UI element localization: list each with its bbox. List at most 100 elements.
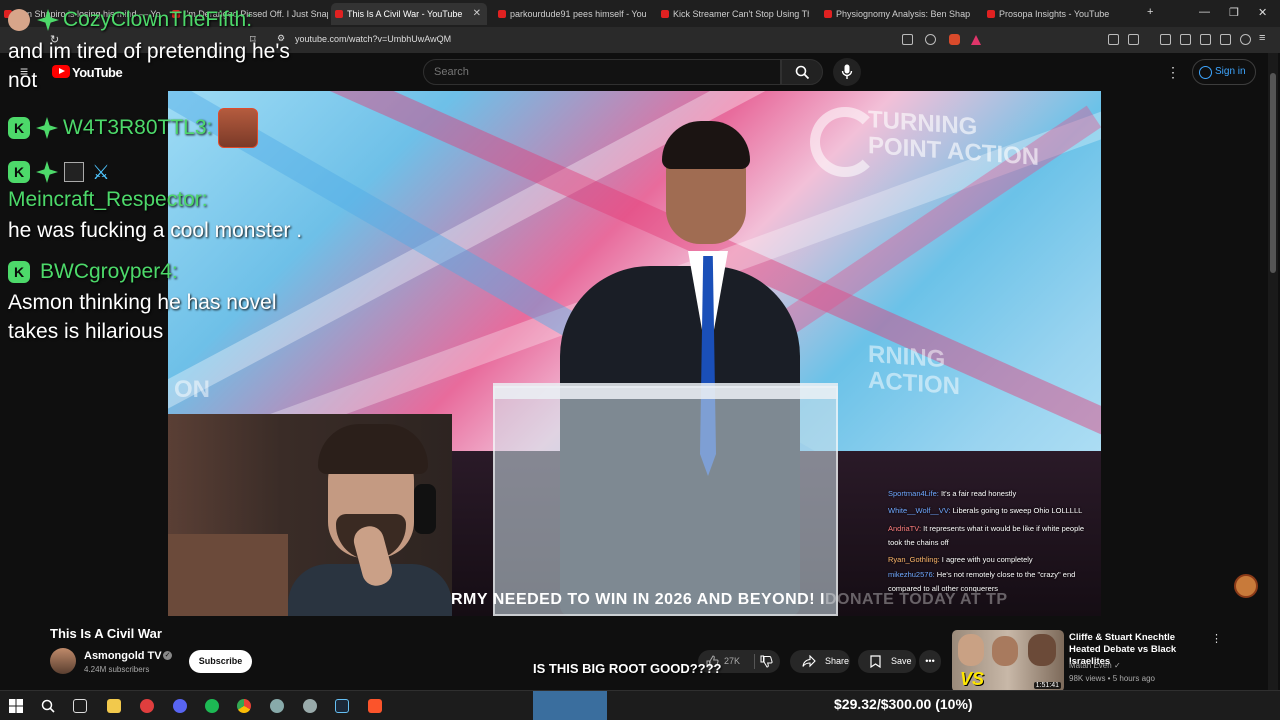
windows-start-icon[interactable] — [9, 699, 23, 713]
thumb-face — [958, 634, 984, 666]
youtube-wordmark[interactable]: YouTube — [72, 65, 123, 80]
subscriber-count: 4.24M subscribers — [84, 665, 150, 674]
video-duration: 1:51:41 — [1033, 682, 1061, 689]
browser-menu-icon[interactable]: ≡ — [1259, 32, 1265, 44]
bookmark-icon[interactable]: ⌑ — [250, 33, 256, 46]
account-icon — [1199, 66, 1212, 79]
youtube-logo-icon[interactable] — [52, 65, 70, 78]
recommended-channel[interactable]: Matan Even ✓ — [1069, 661, 1121, 670]
more-dots-icon: ••• — [925, 656, 935, 666]
screen: { "browser": { "tabs": [ {"label": "Ben … — [0, 0, 1280, 720]
site-settings-icon[interactable]: ⚙ — [277, 33, 285, 44]
hamburger-menu-icon[interactable]: ≡ — [20, 63, 28, 79]
minimize-icon[interactable]: — — [1199, 6, 1210, 18]
share-page-icon[interactable] — [925, 34, 936, 45]
podium-top — [493, 383, 838, 399]
subscribe-button[interactable]: Subscribe — [189, 650, 252, 673]
close-window-icon[interactable]: ✕ — [1258, 6, 1267, 19]
chat-line: AndriaTV: It represents what it would be… — [888, 524, 1085, 547]
recommended-thumbnail[interactable]: VS 1:51:41 — [952, 630, 1064, 692]
address-bar: ↻ ⌑ ⚙ youtube.com/watch?v=UmbhUwAwQM ≡ — [0, 27, 1280, 53]
stream-chat-overlay: Sportman4Life: It's a fair read honestly… — [888, 486, 1100, 596]
page-scrollbar[interactable] — [1268, 53, 1278, 690]
spotify-icon[interactable] — [205, 699, 219, 713]
browser-tab-active[interactable]: This Is A Civil War - YouTube ✕ — [331, 3, 487, 25]
obs-icon[interactable] — [140, 699, 154, 713]
verified-check-icon: ✓ — [1113, 661, 1121, 670]
channel-name[interactable]: Asmongold TV — [84, 650, 162, 662]
share-arrow-icon — [802, 655, 816, 668]
backdrop-text-top: TURNING POINT ACTION — [868, 106, 1040, 171]
verified-check-icon: ✓ — [163, 651, 172, 660]
share-button[interactable]: Share — [790, 650, 850, 673]
app-icon[interactable] — [303, 699, 317, 713]
browser-tab[interactable]: Physiognomy Analysis: Ben Shapiro — [820, 3, 970, 25]
extension-icon[interactable] — [1128, 34, 1139, 45]
maximize-icon[interactable]: ❐ — [1229, 6, 1239, 19]
scroll-thumb[interactable] — [1270, 73, 1276, 273]
youtube-favicon-icon — [4, 10, 12, 18]
broken-emote-icon — [64, 162, 84, 182]
close-tab-icon[interactable]: ✕ — [473, 3, 481, 25]
vpn-icon[interactable] — [1240, 34, 1251, 45]
thumb-vs-text: VS — [960, 669, 985, 689]
sidebar-icon[interactable] — [1180, 34, 1191, 45]
gem-badge-icon — [36, 117, 58, 139]
brave-browser-icon[interactable] — [368, 699, 382, 713]
browser-tab[interactable]: I'm Deranged Pissed Off. I Just Snapp — [168, 3, 328, 25]
browser-tab[interactable]: Prosopa Insights - YouTube — [983, 3, 1133, 25]
wallet-icon[interactable] — [1200, 34, 1211, 45]
headset — [414, 484, 436, 534]
chat-line: Ryan_Gothling: I agree with you complete… — [888, 555, 1033, 564]
media-icon[interactable] — [1160, 34, 1171, 45]
podium — [493, 386, 838, 616]
app-icon[interactable] — [270, 699, 284, 713]
new-tab-icon[interactable]: + — [1147, 6, 1153, 18]
settings-kebab-icon[interactable]: ⋮ — [1166, 64, 1180, 81]
file-explorer-icon[interactable] — [107, 699, 121, 713]
chat-line: White__Wolf__VV: Liberals going to sweep… — [888, 506, 1083, 515]
windows-taskbar: $29.32/$300.00 (10%) — [0, 690, 1280, 720]
recommended-menu-icon[interactable]: ⋮ — [1211, 632, 1222, 645]
sign-in-button[interactable]: Sign in — [1192, 59, 1256, 85]
youtube-favicon-icon — [987, 10, 995, 18]
thumb-face — [1028, 634, 1056, 666]
brave-rewards-icon[interactable] — [971, 35, 981, 45]
save-button[interactable]: Save — [858, 650, 916, 673]
browser-tab[interactable]: Ben Shapiro is losing his mind — You — [0, 3, 160, 25]
task-view-icon[interactable] — [73, 699, 87, 713]
chat-line: Sportman4Life: It's a fair read honestly — [888, 489, 1017, 498]
chat-line: mikezhu2576: He's not remotely close to … — [888, 570, 1076, 593]
search-input[interactable] — [434, 66, 754, 78]
microphone-icon — [841, 64, 853, 79]
like-divider — [754, 654, 755, 669]
voice-search-button[interactable] — [833, 58, 861, 86]
browser-tab[interactable]: parkourdude91 pees himself - YouTu — [494, 3, 646, 25]
browser-tab[interactable]: Kick Streamer Can't Stop Using The F — [657, 3, 809, 25]
screenshot-icon[interactable] — [902, 34, 913, 45]
search-button[interactable] — [781, 59, 823, 85]
thumbs-down-icon[interactable] — [760, 655, 773, 668]
discord-icon[interactable] — [173, 699, 187, 713]
backdrop-text-mid: RNING ACTION — [868, 340, 960, 401]
channel-avatar[interactable] — [50, 648, 76, 674]
url-field[interactable]: youtube.com/watch?v=UmbhUwAwQM — [295, 34, 451, 44]
more-actions-button[interactable]: ••• — [919, 650, 941, 673]
recommended-meta: 98K views • 5 hours ago — [1069, 674, 1155, 683]
youtube-header: ≡ YouTube ⋮ Sign in — [0, 53, 1280, 91]
brave-shield-icon[interactable] — [949, 34, 960, 45]
donation-progress-fill — [533, 691, 607, 720]
streamer-caption-overlay: IS THIS BIG ROOT GOOD???? — [533, 661, 722, 676]
bookmark-save-icon — [870, 655, 881, 668]
taskbar-search-icon[interactable] — [41, 699, 55, 713]
gem-badge-icon — [36, 161, 58, 183]
extension-icon[interactable] — [1108, 34, 1119, 45]
youtube-favicon-icon — [661, 10, 669, 18]
search-box[interactable] — [423, 59, 781, 85]
chrome-icon[interactable] — [237, 699, 251, 713]
extension-icon[interactable] — [1220, 34, 1231, 45]
kick-badge-icon: K — [8, 161, 30, 183]
reload-icon[interactable]: ↻ — [50, 33, 59, 46]
steam-icon[interactable] — [335, 699, 349, 713]
webcam-shelf — [168, 534, 288, 616]
